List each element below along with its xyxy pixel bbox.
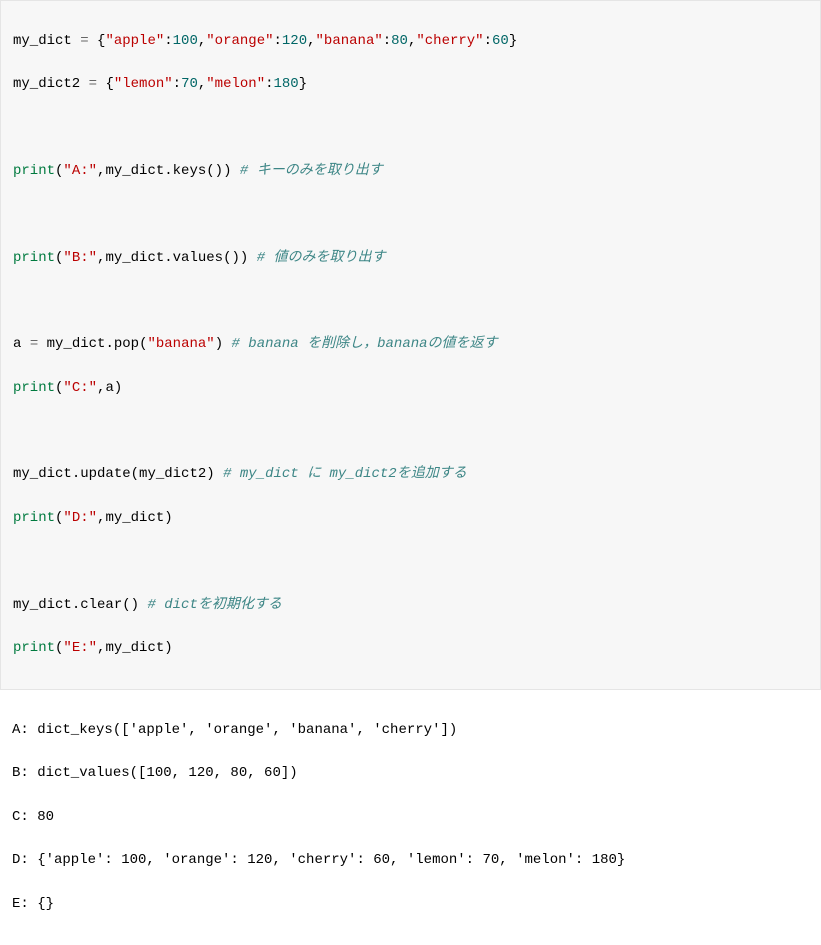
output-line: D: {'apple': 100, 'orange': 120, 'cherry…: [12, 850, 809, 872]
code-line: print("E:",my_dict): [13, 638, 808, 660]
string: "lemon": [114, 76, 173, 92]
variable: my_dict: [13, 466, 72, 482]
builtin-print: print: [13, 163, 55, 179]
string: "D:": [63, 510, 97, 526]
operator: =: [30, 336, 38, 352]
string: "C:": [63, 380, 97, 396]
comment: # my_dict に my_dict2を追加する: [223, 466, 467, 482]
variable: my_dict: [13, 33, 80, 49]
code-line: my_dict.clear() # dictを初期化する: [13, 595, 808, 617]
number: 180: [274, 76, 299, 92]
comment: # 値のみを取り出す: [257, 250, 386, 266]
variable: my_dict: [105, 640, 164, 656]
string: "cherry": [416, 33, 483, 49]
method: clear: [80, 597, 122, 613]
variable: a: [105, 380, 113, 396]
variable: my_dict2: [13, 76, 89, 92]
blank-line: [13, 204, 808, 226]
builtin-print: print: [13, 640, 55, 656]
variable: a: [13, 336, 30, 352]
method: keys: [173, 163, 207, 179]
variable: my_dict: [47, 336, 106, 352]
code-line: print("C:",a): [13, 378, 808, 400]
string: "banana": [147, 336, 214, 352]
code-line: print("A:",my_dict.keys()) # キーのみを取り出す: [13, 161, 808, 183]
brace: }: [299, 76, 307, 92]
method: update: [80, 466, 130, 482]
number: 100: [173, 33, 198, 49]
output-line: A: dict_keys(['apple', 'orange', 'banana…: [12, 720, 809, 742]
code-line: my_dict.update(my_dict2) # my_dict に my_…: [13, 464, 808, 486]
builtin-print: print: [13, 380, 55, 396]
code-line: my_dict2 = {"lemon":70,"melon":180}: [13, 74, 808, 96]
string: "A:": [63, 163, 97, 179]
variable: my_dict: [13, 597, 72, 613]
output-line: E: {}: [12, 894, 809, 916]
number: 60: [492, 33, 509, 49]
blank-line: [13, 291, 808, 313]
blank-line: [13, 117, 808, 139]
variable: my_dict: [105, 163, 164, 179]
variable: my_dict2: [139, 466, 206, 482]
number: 120: [282, 33, 307, 49]
blank-line: [13, 551, 808, 573]
code-line: my_dict = {"apple":100,"orange":120,"ban…: [13, 31, 808, 53]
code-block: my_dict = {"apple":100,"orange":120,"ban…: [0, 0, 821, 690]
operator: =: [89, 76, 97, 92]
method: values: [173, 250, 223, 266]
number: 70: [181, 76, 198, 92]
builtin-print: print: [13, 510, 55, 526]
string: "banana": [316, 33, 383, 49]
output-line: B: dict_values([100, 120, 80, 60]): [12, 763, 809, 785]
string: "melon": [206, 76, 265, 92]
output-block: A: dict_keys(['apple', 'orange', 'banana…: [0, 690, 821, 945]
variable: my_dict: [105, 250, 164, 266]
blank-line: [13, 421, 808, 443]
brace: {: [105, 76, 113, 92]
comment: # dictを初期化する: [147, 597, 281, 613]
method: pop: [114, 336, 139, 352]
comment: # banana を削除し，bananaの値を返す: [232, 336, 498, 352]
code-line: a = my_dict.pop("banana") # banana を削除し，…: [13, 334, 808, 356]
output-line: C: 80: [12, 807, 809, 829]
string: "apple": [105, 33, 164, 49]
brace: }: [509, 33, 517, 49]
builtin-print: print: [13, 250, 55, 266]
string: "E:": [63, 640, 97, 656]
string: "orange": [206, 33, 273, 49]
comment: # キーのみを取り出す: [240, 163, 383, 179]
number: 80: [391, 33, 408, 49]
variable: my_dict: [105, 510, 164, 526]
code-line: print("D:",my_dict): [13, 508, 808, 530]
operator: =: [80, 33, 88, 49]
code-line: print("B:",my_dict.values()) # 値のみを取り出す: [13, 248, 808, 270]
string: "B:": [63, 250, 97, 266]
